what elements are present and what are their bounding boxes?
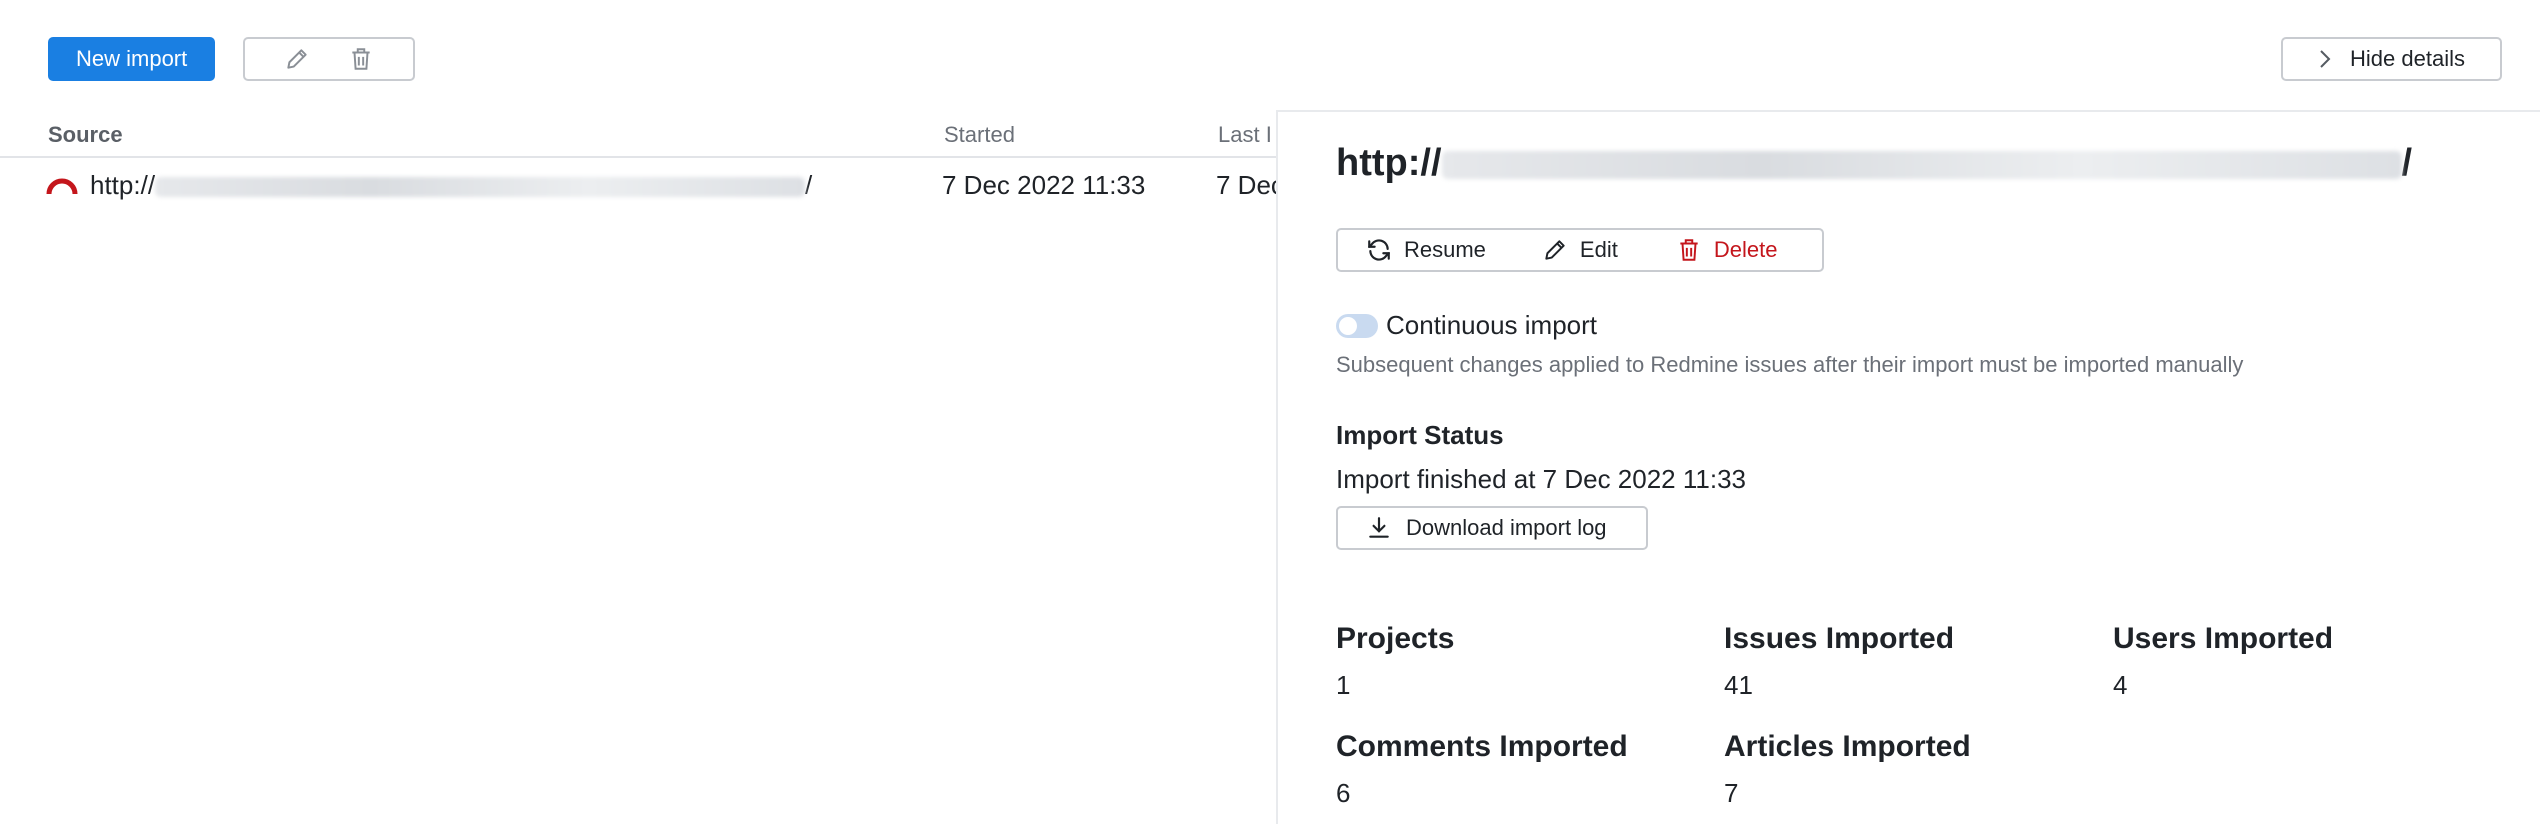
redacted-host: [155, 177, 806, 198]
imports-table-header: Source Started Last I: [0, 118, 1276, 158]
details-panel: http:/// Resume Edit Delete Continuous i…: [1276, 110, 2540, 824]
projects-value: 1: [1336, 670, 1351, 700]
table-row[interactable]: http:// / 7 Dec 2022 11:33 7 Dec: [0, 160, 1284, 210]
hide-details-label: Hide details: [2350, 46, 2465, 71]
delete-import-button[interactable]: Delete: [1676, 237, 1777, 263]
comments-imported-value: 6: [1336, 778, 1351, 808]
resume-button[interactable]: Resume: [1366, 237, 1486, 263]
continuous-import-label: Continuous import: [1386, 310, 1597, 340]
users-imported-value: 4: [2113, 670, 2128, 700]
comments-imported-label: Comments Imported: [1336, 730, 1628, 763]
articles-imported-value: 7: [1724, 778, 1739, 808]
pencil-icon: [287, 49, 307, 69]
details-title: http:///: [1336, 142, 2413, 184]
refresh-icon: [1368, 239, 1390, 261]
articles-imported-label: Articles Imported: [1724, 730, 1971, 763]
issues-imported-value: 41: [1724, 670, 1753, 700]
column-header-started[interactable]: Started: [944, 122, 1015, 148]
delete-button[interactable]: [341, 39, 381, 79]
trash-icon: [352, 48, 370, 70]
download-icon: [1369, 517, 1389, 538]
chevron-right-icon: [2320, 50, 2331, 68]
details-actions: Resume Edit Delete: [1336, 228, 1824, 272]
new-import-button[interactable]: New import: [48, 37, 216, 81]
source-url-prefix: http://: [90, 170, 156, 200]
users-imported-label: Users Imported: [2113, 622, 2334, 655]
redacted-host: [1441, 150, 2402, 179]
edit-import-button[interactable]: Edit: [1542, 237, 1618, 263]
pencil-icon: [1545, 240, 1565, 260]
issues-imported-label: Issues Imported: [1724, 622, 1955, 655]
last-cell: 7 Dec: [1216, 170, 1284, 200]
row-actions-group: [243, 37, 416, 81]
edit-button[interactable]: [277, 39, 317, 79]
column-header-last[interactable]: Last I: [1218, 122, 1272, 148]
redmine-logo-icon: [46, 172, 78, 203]
import-status-title: Import Status: [1336, 420, 1504, 450]
column-header-source[interactable]: Source: [48, 122, 123, 148]
import-status-text: Import finished at 7 Dec 2022 11:33: [1336, 464, 1746, 494]
continuous-import-row: Continuous import: [1336, 310, 1597, 341]
projects-label: Projects: [1336, 622, 1455, 655]
download-import-log-button[interactable]: Download import log: [1336, 506, 1648, 550]
hide-details-button[interactable]: Hide details: [2281, 37, 2502, 81]
source-url: http:// /: [90, 170, 812, 201]
continuous-import-hint: Subsequent changes applied to Redmine is…: [1336, 352, 2244, 377]
started-cell: 7 Dec 2022 11:33: [942, 170, 1146, 200]
source-url-suffix: /: [805, 170, 813, 200]
continuous-import-toggle[interactable]: [1336, 313, 1378, 338]
toolbar: New import: [48, 37, 416, 81]
trash-icon: [1680, 239, 1698, 261]
